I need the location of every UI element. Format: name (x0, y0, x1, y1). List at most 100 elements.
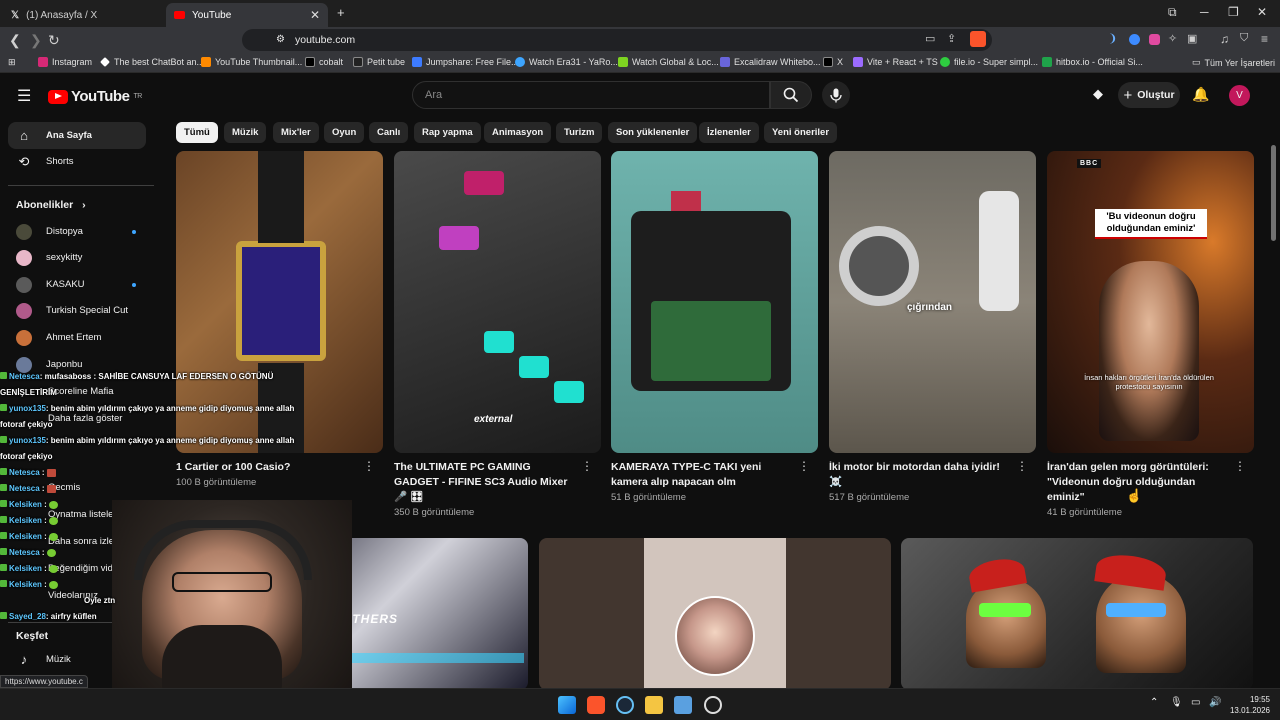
short-card[interactable]: çığrından İki motor bir motordan daha iy… (829, 151, 1036, 503)
sidebar-toggle-icon[interactable]: ▣ (1187, 32, 1197, 45)
youtube-logo[interactable]: YouTube TR (48, 88, 142, 105)
sidebar-channel-kasaku[interactable]: KASAKU (8, 271, 146, 298)
page-scrollbar[interactable] (1271, 145, 1276, 241)
short-views: 350 B görüntüleme (394, 507, 475, 518)
tab-x-home[interactable]: 𝕏 (1) Anasayfa / X (3, 3, 163, 27)
short-title[interactable]: İki motor bir motordan daha iyidir! ☠️ (829, 460, 1009, 490)
cast-gem-icon[interactable]: ◆ (1093, 86, 1103, 102)
photos-icon[interactable] (674, 696, 692, 714)
more-options-icon[interactable]: ⋮ (1234, 459, 1246, 473)
steam-icon[interactable] (616, 696, 634, 714)
cast-icon[interactable]: ▭ (925, 32, 935, 45)
maximize-icon[interactable]: ❐ (1228, 5, 1239, 19)
chip-music[interactable]: Müzik (224, 122, 267, 143)
extension-1-icon[interactable]: ❩ (1108, 32, 1117, 45)
bookmark-petit-tube[interactable]: Petit tube (353, 57, 405, 67)
more-options-icon[interactable]: ⋮ (1016, 459, 1028, 473)
new-tab-button[interactable]: + (337, 5, 345, 20)
share-icon[interactable]: ⇪ (947, 32, 956, 45)
extensions-icon[interactable]: ⧉ (1168, 5, 1177, 20)
bookmark-fileio[interactable]: file.io - Super simpl... (940, 57, 1038, 67)
bookmark-instagram[interactable]: Instagram (38, 57, 92, 67)
sidebar-channel-turkish-special-cut[interactable]: Turkish Special Cut (8, 297, 146, 324)
bookmark-chatbot[interactable]: The best ChatBot an... (100, 57, 204, 67)
search-button[interactable] (770, 81, 812, 109)
bookmark-x[interactable]: X (823, 57, 843, 67)
account-avatar[interactable]: V (1229, 85, 1250, 106)
short-thumbnail[interactable]: external (394, 151, 601, 453)
close-window-icon[interactable]: ✕ (1257, 5, 1267, 19)
reload-icon[interactable]: ↻ (48, 32, 60, 49)
brave-browser-icon[interactable] (587, 696, 605, 714)
vpn-shield-icon[interactable]: ⛉ (1240, 32, 1248, 45)
microphone-tray-icon[interactable]: 🎙 (1170, 697, 1183, 708)
short-thumbnail[interactable]: çığrından (829, 151, 1036, 453)
more-options-icon[interactable]: ⋮ (798, 459, 810, 473)
short-title[interactable]: KAMERAYA TYPE-C TAKI yeni kamera alıp na… (611, 460, 791, 490)
windows-start-icon[interactable] (558, 696, 576, 714)
bookmark-yt-thumbnail[interactable]: YouTube Thumbnail... (201, 57, 302, 67)
url-field[interactable]: ⚙ youtube.com (242, 29, 992, 51)
network-icon[interactable]: ▭ (1191, 697, 1200, 708)
subscriptions-header[interactable]: Abonelikler › (16, 199, 86, 211)
short-title[interactable]: The ULTIMATE PC GAMING GADGET - FIFINE S… (394, 460, 574, 505)
chip-new-to-you[interactable]: Yeni öneriler (764, 122, 838, 143)
short-card[interactable]: external The ULTIMATE PC GAMING GADGET -… (394, 151, 601, 518)
video-thumbnail[interactable] (901, 538, 1253, 690)
sidebar-channel-sexykitty[interactable]: sexykitty (8, 244, 146, 271)
bookmark-cobalt[interactable]: cobalt (305, 57, 343, 67)
chip-gaming[interactable]: Oyun (324, 122, 365, 143)
search-input[interactable]: Ara (412, 81, 770, 109)
music-note-icon: ♪ (20, 652, 28, 667)
sidebar-item-shorts[interactable]: ⟲ Shorts (8, 148, 146, 175)
hamburger-menu-icon[interactable]: ☰ (17, 86, 31, 106)
short-card[interactable]: BBC 'Bu videonun doğru olduğundan eminiz… (1047, 151, 1254, 518)
apps-grid-icon[interactable]: ⊞ (8, 57, 16, 68)
chat-line: Öyle ztn (84, 596, 116, 605)
brave-shield-icon[interactable] (970, 31, 986, 47)
sidebar-channel-ahmet-ertem[interactable]: Ahmet Ertem (8, 324, 146, 351)
chip-rap[interactable]: Rap yapma (414, 122, 481, 143)
chevron-up-icon[interactable]: ⌃ (1150, 697, 1158, 708)
short-thumbnail[interactable]: BBC 'Bu videonun doğru olduğundan eminiz… (1047, 151, 1254, 453)
site-info-icon[interactable]: ⚙ (276, 29, 285, 51)
volume-icon[interactable]: 🔊 (1209, 697, 1221, 708)
menu-icon[interactable]: ≡ (1261, 32, 1268, 46)
more-options-icon[interactable]: ⋮ (363, 459, 375, 473)
obs-icon[interactable] (704, 696, 722, 714)
close-tab-icon[interactable]: ✕ (310, 8, 320, 22)
forward-icon[interactable]: ❯ (30, 32, 42, 49)
bookmark-excalidraw[interactable]: Excalidraw Whitebo... (720, 57, 821, 67)
chip-mixes[interactable]: Mix'ler (273, 122, 319, 143)
file-explorer-icon[interactable] (645, 696, 663, 714)
more-options-icon[interactable]: ⋮ (581, 459, 593, 473)
bookmark-vite[interactable]: Vite + React + TS (853, 57, 938, 67)
create-button[interactable]: + Oluştur (1118, 82, 1180, 108)
chip-recently-uploaded[interactable]: Son yüklenenler (608, 122, 698, 143)
sidebar-channel-distopya[interactable]: Distopya (8, 218, 146, 245)
bookmark-jumpshare[interactable]: Jumpshare: Free File... (412, 57, 519, 67)
chip-animation[interactable]: Animasyon (484, 122, 552, 143)
bookmark-global[interactable]: Watch Global & Loc... (618, 57, 719, 67)
chip-live[interactable]: Canlı (369, 122, 409, 143)
video-thumbnail[interactable] (539, 538, 891, 690)
bookmark-era31[interactable]: Watch Era31 - YaRo... (515, 57, 618, 67)
minimize-icon[interactable]: ─ (1200, 5, 1209, 19)
back-icon[interactable]: ❮ (9, 32, 21, 49)
sidebar-item-home[interactable]: ⌂ Ana Sayfa (8, 122, 146, 149)
short-thumbnail[interactable] (611, 151, 818, 453)
chip-all[interactable]: Tümü (176, 122, 218, 143)
music-icon[interactable]: ♫ (1220, 32, 1229, 46)
notifications-bell-icon[interactable]: 🔔 (1192, 86, 1209, 103)
tab-youtube[interactable]: YouTube ✕ (166, 3, 328, 27)
extension-4-icon[interactable]: ✧ (1168, 32, 1177, 45)
extension-3-icon[interactable] (1149, 34, 1160, 45)
voice-search-button[interactable] (822, 81, 850, 109)
bookmark-hitbox[interactable]: hitbox.io - Official Si... (1042, 57, 1143, 67)
extension-2-icon[interactable] (1129, 34, 1140, 45)
system-clock[interactable]: 19:55 13.01.2026 (1230, 694, 1270, 716)
short-card[interactable]: KAMERAYA TYPE-C TAKI yeni kamera alıp na… (611, 151, 818, 503)
chip-watched[interactable]: İzlenenler (699, 122, 759, 143)
chip-tourism[interactable]: Turizm (556, 122, 603, 143)
all-bookmarks-folder[interactable]: ▭ Tüm Yer İşaretleri (1192, 57, 1275, 68)
